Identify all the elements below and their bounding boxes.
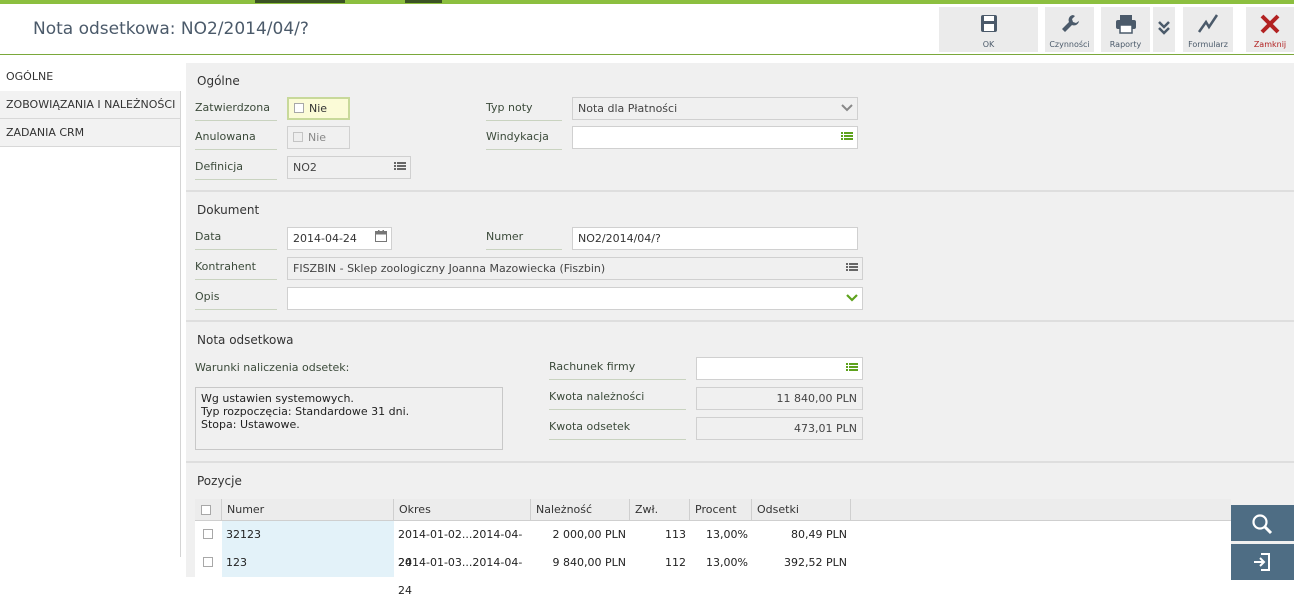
reports-button[interactable]: Raporty [1101, 7, 1150, 52]
grid-side-panel [1231, 499, 1294, 580]
list-icon[interactable] [394, 157, 406, 178]
account-field[interactable] [696, 357, 863, 380]
cell-amount: 2 000,00 PLN [552, 528, 626, 541]
pulse-icon [1183, 13, 1233, 35]
note-type-select[interactable]: Nota dla Płatności [572, 97, 858, 120]
cell-period: 2014-01-02...2014-04-24 [398, 528, 523, 569]
date-label: Data [195, 226, 277, 250]
close-button[interactable]: Zamknij [1246, 7, 1294, 52]
column-header-amount[interactable]: Należność [531, 499, 630, 521]
checkbox-box [294, 103, 304, 113]
definition-label: Definicja [195, 156, 277, 180]
page-title: Nota odsetkowa: NO2/2014/04/? [33, 19, 309, 39]
section-heading-document: Dokument [197, 203, 260, 217]
receivables-label: Kwota należności [549, 386, 686, 410]
account-label: Rachunek firmy [549, 356, 686, 380]
cancelled-checkbox[interactable]: Nie [287, 126, 350, 149]
divider [186, 320, 1294, 322]
close-icon [1246, 13, 1294, 35]
interest-amount-field: 473,01 PLN [696, 417, 863, 440]
column-header-number[interactable]: Numer [222, 499, 394, 521]
sidebar: OGÓLNE ZOBOWIĄZANIA I NALEŻNOŚCI ZADANIA… [0, 63, 182, 557]
open-item-button[interactable] [1231, 544, 1294, 580]
form-button[interactable]: Formularz [1183, 7, 1233, 52]
cell-percent: 13,00% [706, 556, 748, 569]
description-label: Opis [195, 286, 277, 310]
ok-button[interactable]: OK [939, 7, 1038, 52]
cell-delay: 113 [665, 528, 686, 541]
search-button[interactable] [1231, 505, 1294, 541]
interest-amount-label: Kwota odsetek [549, 416, 686, 440]
checkbox-box [293, 132, 303, 142]
save-icon [939, 13, 1038, 35]
cell-period: 2014-01-03...2014-04-24 [398, 556, 523, 597]
list-icon[interactable] [846, 358, 858, 379]
approved-checkbox[interactable]: Nie [287, 97, 350, 120]
select-all-checkbox[interactable] [195, 499, 222, 521]
row-checkbox[interactable] [195, 521, 222, 549]
cell-number: 123 [222, 549, 394, 577]
table-row[interactable]: 32123 2014-01-02...2014-04-24 2 000,00 P… [195, 521, 851, 569]
cell-interest: 392,52 PLN [784, 556, 847, 569]
conditions-label: Warunki naliczenia odsetek: [195, 361, 350, 374]
date-field[interactable]: 2014-04-24 [287, 227, 392, 250]
collection-field[interactable] [572, 126, 858, 149]
enter-icon [1254, 553, 1270, 571]
number-label: Numer [486, 226, 562, 250]
receivables-field: 11 840,00 PLN [696, 387, 863, 410]
section-heading-interest-note: Nota odsetkowa [197, 333, 294, 347]
cell-delay: 112 [665, 556, 686, 569]
cell-percent: 13,00% [706, 528, 748, 541]
column-header-interest[interactable]: Odsetki [752, 499, 851, 521]
chevron-down-icon[interactable] [846, 288, 858, 309]
section-heading-positions: Pozycje [197, 474, 242, 488]
row-checkbox[interactable] [195, 549, 222, 577]
conditions-memo: Wg ustawien systemowych. Typ rozpoczęcia… [195, 387, 503, 450]
column-header-period[interactable]: Okres [394, 499, 531, 521]
sidebar-item-obligations[interactable]: ZOBOWIĄZANIA I NALEŻNOŚCI [0, 91, 180, 119]
cell-interest: 80,49 PLN [791, 528, 847, 541]
grid-header: Numer Okres Należność Zwł. Procent Odset… [195, 499, 1231, 521]
header: Nota odsetkowa: NO2/2014/04/? OK Czynnoś… [0, 4, 1294, 55]
divider [186, 190, 1294, 192]
more-dropdown-button[interactable] [1153, 7, 1175, 52]
list-icon[interactable] [846, 258, 858, 279]
contractor-field[interactable]: FISZBIN - Sklep zoologiczny Joanna Mazow… [287, 257, 863, 280]
note-type-label: Typ noty [486, 97, 562, 121]
cell-number: 32123 [222, 521, 394, 549]
section-heading-general: Ogólne [197, 74, 240, 88]
number-field[interactable]: NO2/2014/04/? [572, 227, 858, 250]
list-icon[interactable] [841, 127, 853, 148]
sidebar-item-crm-tasks[interactable]: ZADANIA CRM [0, 119, 180, 147]
actions-button[interactable]: Czynności [1045, 7, 1094, 52]
sidebar-item-general[interactable]: OGÓLNE [0, 63, 182, 91]
description-field[interactable] [287, 287, 863, 310]
main-panel: Ogólne Zatwierdzona Nie Anulowana Nie De… [186, 63, 1294, 597]
divider [186, 461, 1294, 463]
cancelled-label: Anulowana [195, 126, 277, 150]
collection-label: Windykacja [486, 126, 562, 150]
search-icon [1252, 514, 1273, 535]
calendar-icon[interactable] [375, 228, 387, 249]
cell-amount: 9 840,00 PLN [552, 556, 626, 569]
contractor-label: Kontrahent [195, 256, 277, 280]
table-row[interactable]: 123 2014-01-03...2014-04-24 9 840,00 PLN… [195, 549, 851, 597]
chevron-down-icon [841, 98, 853, 119]
definition-field[interactable]: NO2 [287, 156, 411, 179]
column-header-percent[interactable]: Procent [690, 499, 752, 521]
approved-label: Zatwierdzona [195, 97, 277, 121]
double-chevron-down-icon [1153, 19, 1175, 41]
column-header-delay[interactable]: Zwł. [630, 499, 690, 521]
wrench-icon [1045, 13, 1094, 35]
printer-icon [1101, 13, 1150, 35]
